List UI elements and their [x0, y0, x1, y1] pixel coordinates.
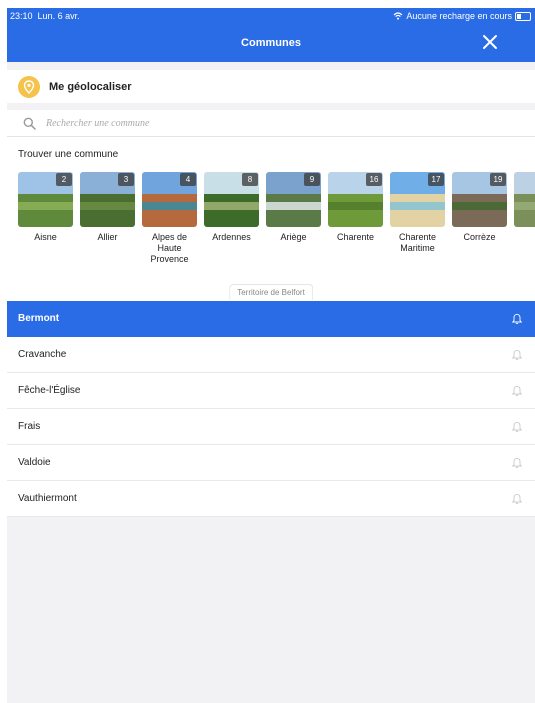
photo-detail	[390, 202, 445, 210]
commune-row[interactable]: Valdoie	[7, 445, 535, 481]
search-bar	[7, 110, 535, 137]
photo-detail	[514, 202, 535, 210]
commune-list: Bermont Cravanche Fêche-l'Église Frais Valdo…	[7, 301, 535, 517]
commune-count-badge: 3	[118, 173, 134, 186]
photo-detail	[204, 202, 259, 210]
photo-land	[452, 194, 507, 227]
photo-land	[18, 194, 73, 227]
photo-sky	[514, 172, 535, 194]
search-icon	[23, 117, 36, 130]
bell-icon[interactable]	[511, 421, 523, 433]
commune-row[interactable]: Cravanche	[7, 337, 535, 373]
commune-count-badge: 17	[428, 173, 444, 186]
commune-row[interactable]: Frais	[7, 409, 535, 445]
department-photo: 17	[390, 172, 445, 227]
bell-icon[interactable]	[511, 493, 523, 505]
department-item[interactable]: 16 Charente	[328, 172, 383, 243]
photo-detail	[452, 202, 507, 210]
commune-name: Vauthiermont	[18, 493, 77, 504]
department-photo: 8	[204, 172, 259, 227]
wifi-icon	[393, 12, 403, 20]
photo-detail	[266, 202, 321, 210]
department-name: Aisne	[34, 232, 57, 242]
department-item[interactable]: 19 Corrèze	[452, 172, 507, 243]
department-photo: 19	[452, 172, 507, 227]
photo-land	[80, 194, 135, 227]
photo-land	[204, 194, 259, 227]
commune-count-badge: 9	[304, 173, 320, 186]
commune-row[interactable]: Fêche-l'Église	[7, 373, 535, 409]
department-photo: 2	[18, 172, 73, 227]
page-title: Communes	[241, 37, 301, 49]
department-item[interactable]: 17 Charente Maritime	[390, 172, 445, 254]
commune-count-badge: 16	[366, 173, 382, 186]
department-carousel[interactable]: 2 Aisne 3 Allier 4 Alpes de Haute Provence 8 Ar…	[18, 172, 535, 282]
photo-detail	[142, 202, 197, 210]
department-item[interactable]: 2 Aisne	[18, 172, 73, 243]
department-photo	[514, 172, 535, 227]
geolocate-label: Me géolocaliser	[49, 80, 132, 93]
status-time-date: 23:10 Lun. 6 avr.	[10, 11, 80, 21]
department-photo: 9	[266, 172, 321, 227]
photo-detail	[80, 202, 135, 210]
photo-land	[328, 194, 383, 227]
status-right: Aucune recharge en cours	[393, 8, 531, 24]
department-name: Ariège	[280, 232, 307, 242]
department-name: Charente Maritime	[398, 232, 437, 253]
bell-icon[interactable]	[511, 349, 523, 361]
department-item[interactable]: 4 Alpes de Haute Provence	[142, 172, 197, 265]
photo-land	[514, 194, 535, 227]
header-bar: 23:10 Lun. 6 avr. Aucune recharge en cou…	[7, 8, 535, 62]
geolocate-button[interactable]: Me géolocaliser	[7, 70, 535, 103]
department-name: Allier	[97, 232, 118, 242]
find-commune-section: Trouver une commune 2 Aisne 3 Allier 4 Alpes …	[7, 137, 535, 303]
status-bar: 23:10 Lun. 6 avr. Aucune recharge en cou…	[7, 8, 535, 24]
bell-icon[interactable]	[511, 385, 523, 397]
commune-name: Fêche-l'Église	[18, 385, 81, 396]
bell-icon[interactable]	[511, 313, 523, 325]
department-name: Ardennes	[212, 232, 251, 242]
app-window: 23:10 Lun. 6 avr. Aucune recharge en cou…	[7, 8, 535, 703]
department-name: Alpes de Haute Provence	[150, 232, 189, 264]
department-name: Cr	[514, 232, 535, 243]
photo-land	[266, 194, 321, 227]
photo-detail	[328, 202, 383, 210]
commune-row[interactable]: Vauthiermont	[7, 481, 535, 517]
close-icon[interactable]	[481, 33, 499, 51]
department-photo: 4	[142, 172, 197, 227]
department-item[interactable]: 8 Ardennes	[204, 172, 259, 243]
search-input[interactable]	[46, 117, 446, 129]
department-photo: 16	[328, 172, 383, 227]
commune-count-badge: 19	[490, 173, 506, 186]
department-item[interactable]: 3 Allier	[80, 172, 135, 243]
photo-land	[142, 194, 197, 227]
commune-name: Cravanche	[18, 349, 67, 360]
department-item[interactable]: Cr	[514, 172, 535, 243]
bell-icon[interactable]	[511, 457, 523, 469]
commune-name: Frais	[18, 421, 41, 432]
commune-name: Valdoie	[18, 457, 51, 468]
department-name: Charente	[336, 232, 375, 242]
department-name: Corrèze	[463, 232, 496, 242]
photo-land	[390, 194, 445, 227]
territory-tab[interactable]: Territoire de Belfort	[229, 284, 313, 300]
department-photo: 3	[80, 172, 135, 227]
commune-count-badge: 2	[56, 173, 72, 186]
section-title: Trouver une commune	[18, 149, 119, 160]
battery-icon	[515, 11, 531, 21]
commune-row[interactable]: Bermont	[7, 301, 535, 337]
location-pin-icon	[18, 75, 40, 98]
commune-name: Bermont	[18, 313, 60, 324]
commune-count-badge: 4	[180, 173, 196, 186]
charging-status: Aucune recharge en cours	[406, 11, 512, 21]
commune-count-badge: 8	[242, 173, 258, 186]
photo-detail	[18, 202, 73, 210]
department-item[interactable]: 9 Ariège	[266, 172, 321, 243]
